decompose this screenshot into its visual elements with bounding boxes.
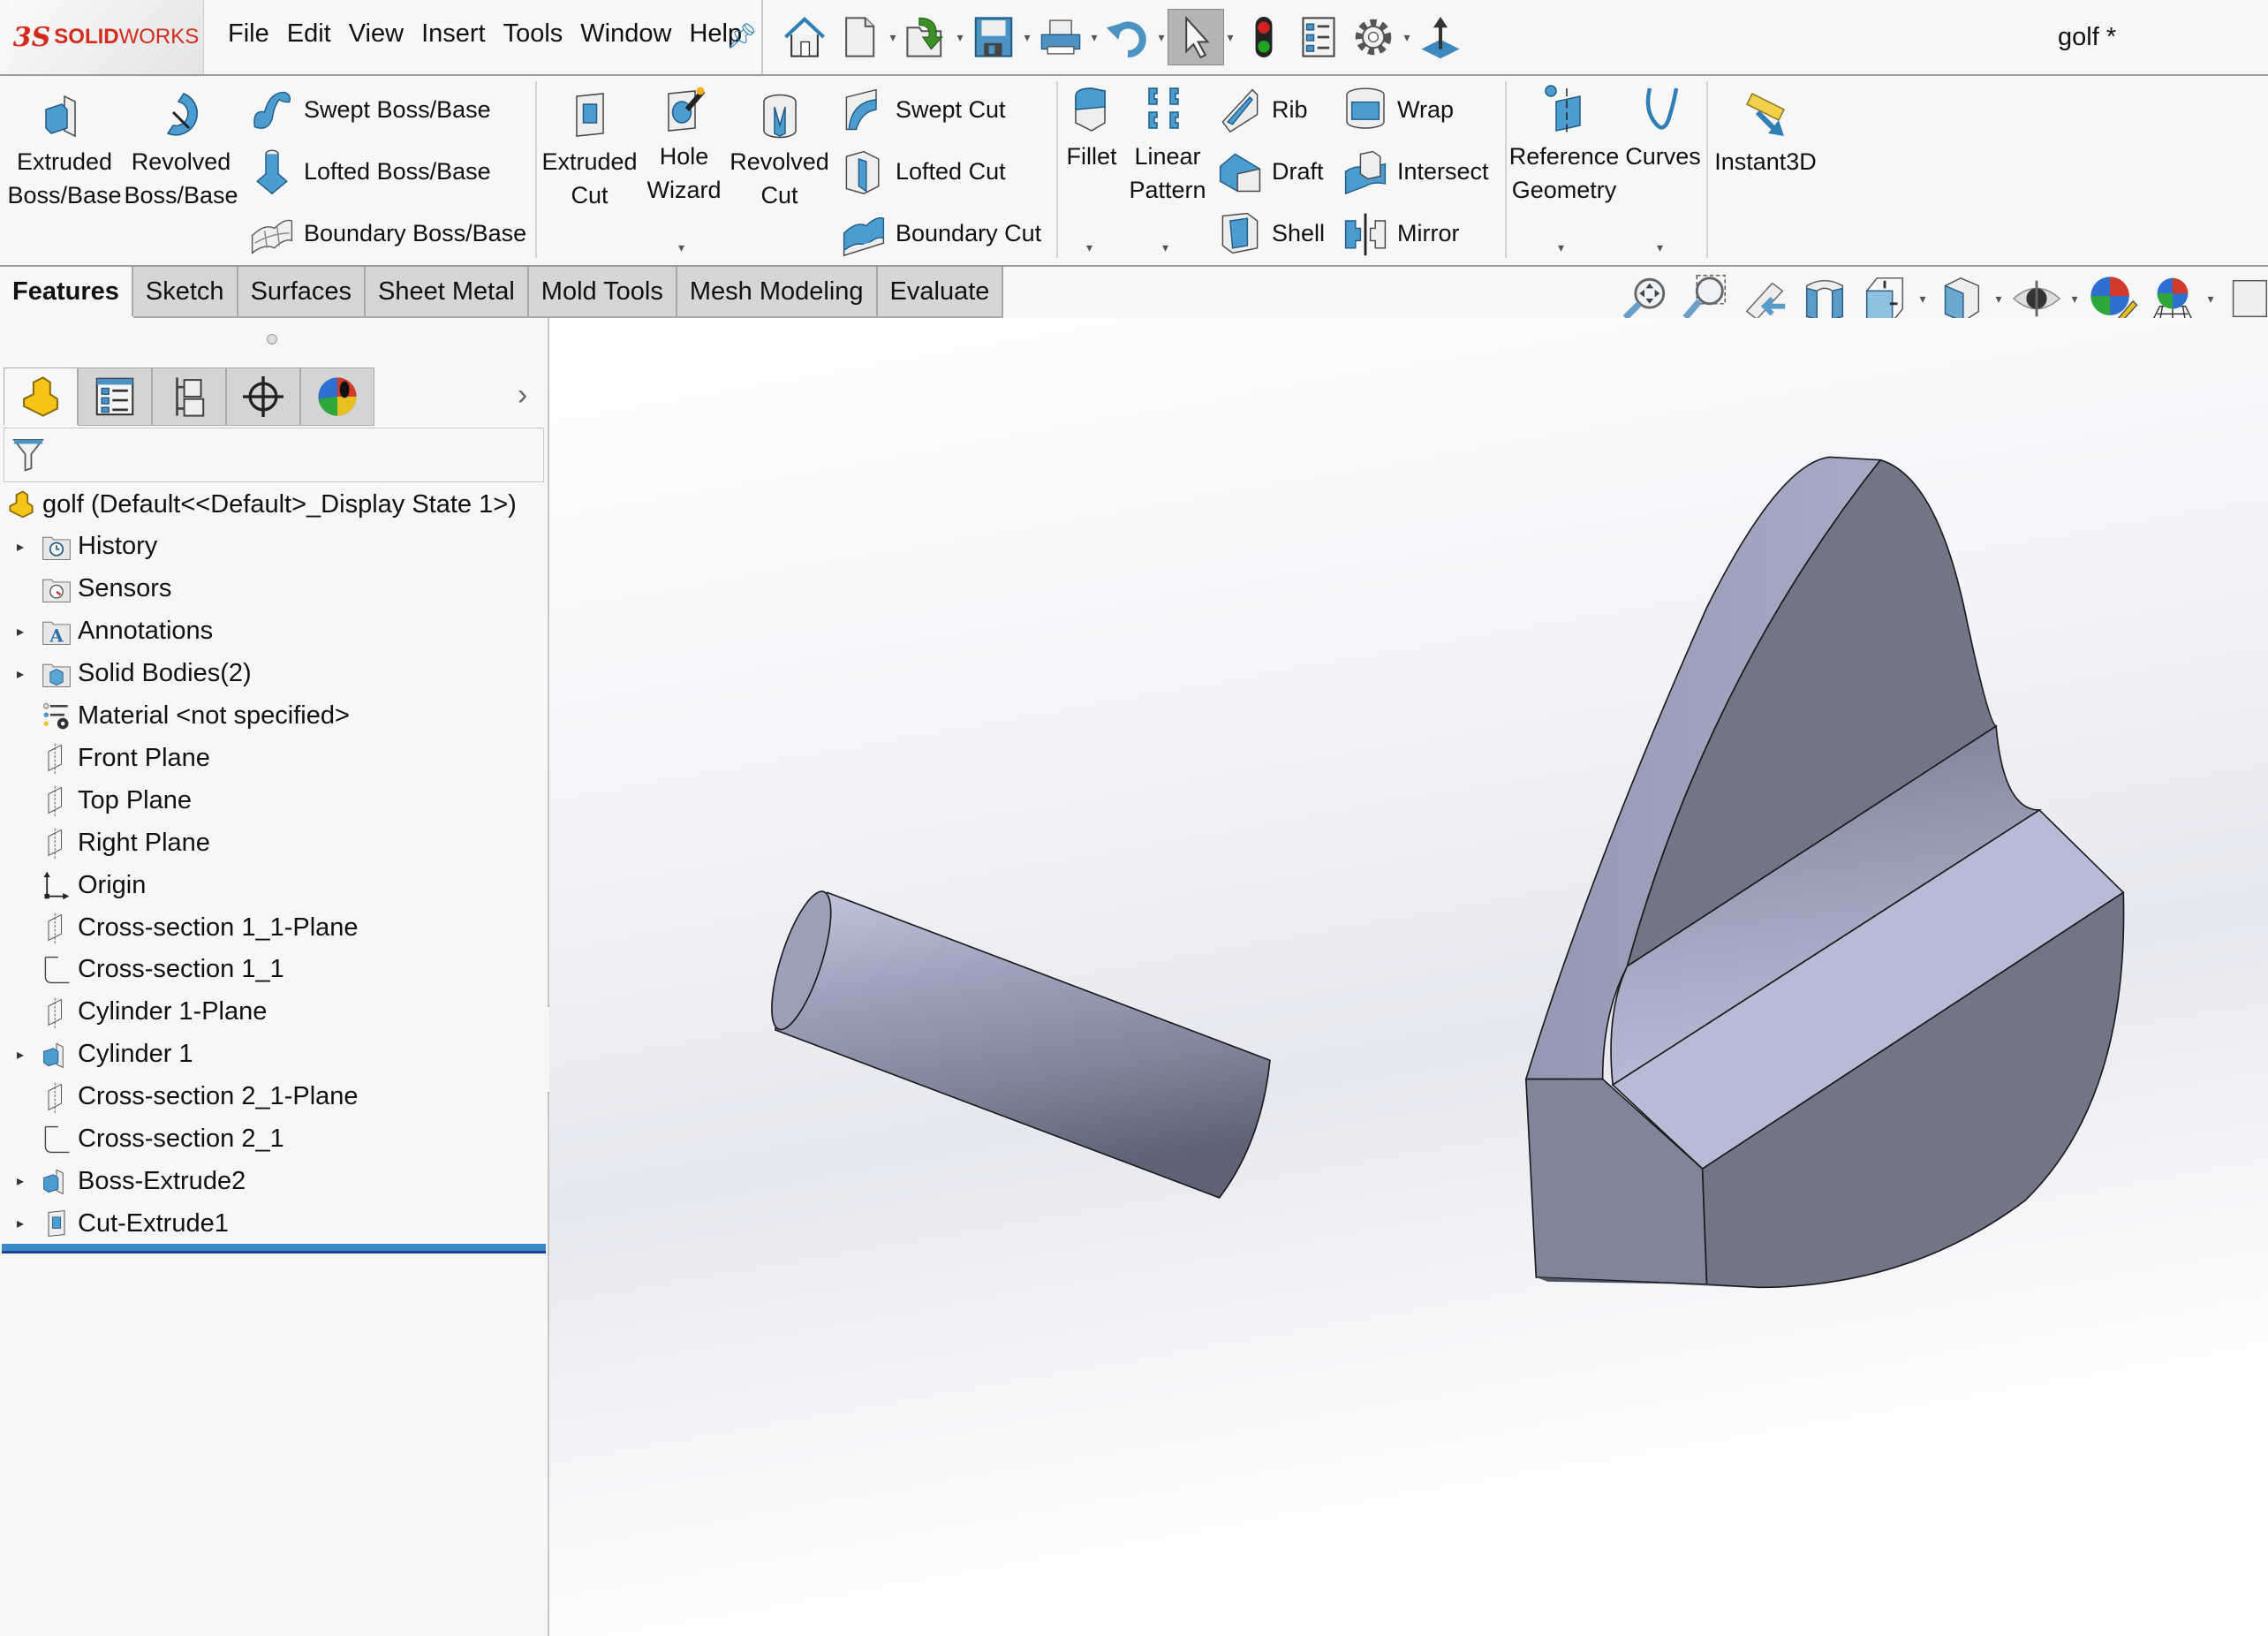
cylinder-body[interactable] bbox=[774, 891, 1271, 1199]
graphics-area[interactable] bbox=[549, 318, 2268, 1636]
model-view bbox=[771, 456, 2125, 1289]
